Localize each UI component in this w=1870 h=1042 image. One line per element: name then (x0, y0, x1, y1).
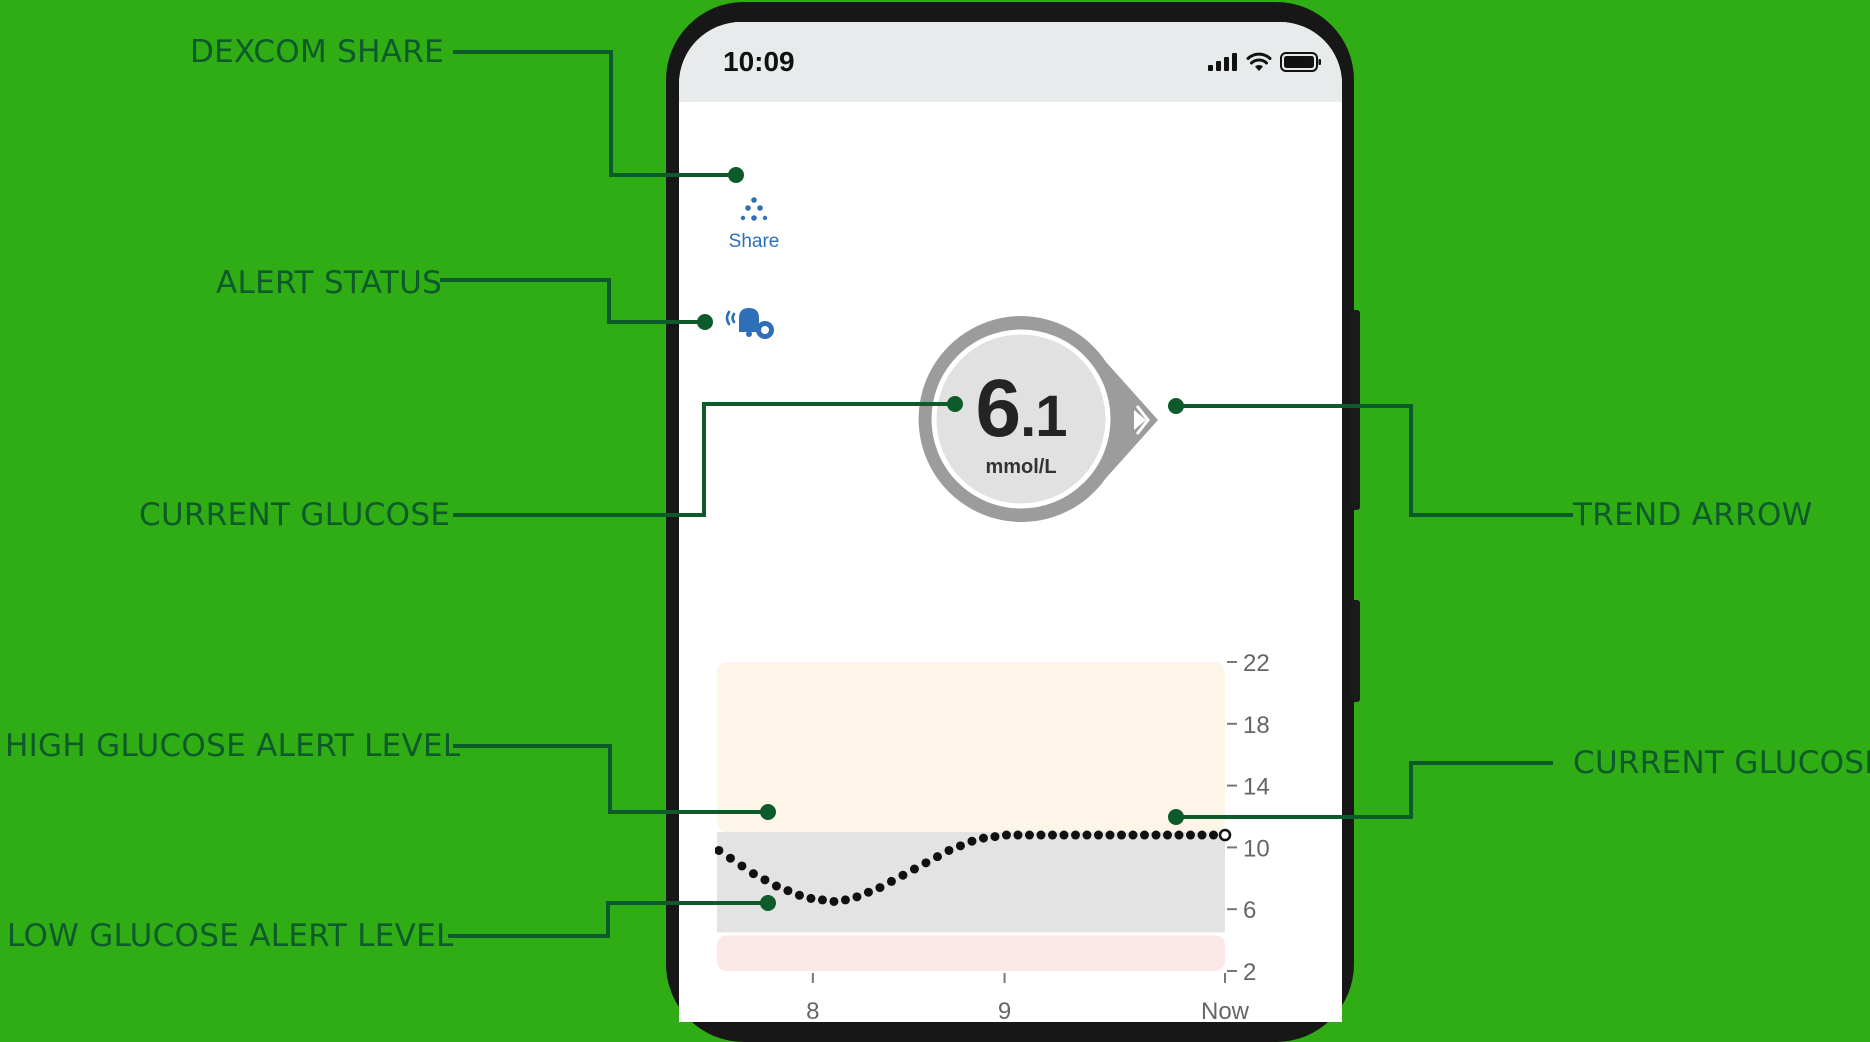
y-tick-label: 14 (1243, 774, 1270, 801)
y-tick-label: 22 (1243, 650, 1270, 677)
glucose-reading-point (1197, 830, 1207, 840)
glucose-reading-point (863, 887, 873, 897)
glucose-reading-point (978, 833, 988, 843)
phone-screen: 10:09 Share 6.1 mmol/L 22 18 14 10 6 2 8… (679, 22, 1342, 1022)
high-zone-band (717, 662, 1225, 832)
status-bar: 10:09 (679, 22, 1342, 102)
glucose-reading-point (737, 861, 747, 871)
current-reading-point (1218, 828, 1232, 842)
glucose-decimal: .1 (1020, 384, 1067, 449)
glucose-reading-point (840, 895, 850, 905)
battery-icon (1280, 52, 1321, 72)
x-tick-label: 8 (806, 998, 819, 1022)
glucose-reading-point (817, 895, 827, 905)
callout-current-glucose-graph: CURRENT GLUCOSE (1573, 745, 1870, 781)
glucose-reading-point (1174, 830, 1184, 840)
glucose-reading-point (1105, 830, 1115, 840)
glucose-reading-point (783, 886, 793, 896)
callout-low-glucose-alert-level: LOW GLUCOSE ALERT LEVEL (7, 918, 454, 954)
glucose-reading-point (829, 896, 839, 906)
glucose-reading-point (990, 832, 1000, 842)
share-button[interactable]: Share (714, 194, 794, 253)
low-zone-band (717, 935, 1225, 971)
glucose-reading-point (725, 853, 735, 863)
vibrate-alert-icon (725, 308, 774, 339)
callout-current-glucose: CURRENT GLUCOSE (139, 497, 451, 533)
x-tick-label: Now (1201, 998, 1250, 1022)
phone-side-button-lower (1351, 600, 1360, 702)
glucose-reading-point (1013, 830, 1023, 840)
glucose-reading-point (1036, 830, 1046, 840)
y-tick-label: 2 (1243, 959, 1256, 986)
glucose-reading-point (944, 845, 954, 855)
glucose-trend-chart: 22 18 14 10 6 2 8 9 Now (715, 650, 1270, 1022)
glucose-reading-point (1185, 830, 1195, 840)
glucose-reading-point (1001, 830, 1011, 840)
glucose-reading-point (1151, 830, 1161, 840)
glucose-reading-point (852, 892, 862, 902)
glucose-badge[interactable]: 6.1 mmol/L (916, 302, 1166, 538)
callout-trend-arrow: TREND ARROW (1573, 497, 1813, 533)
signal-icon (1208, 53, 1237, 71)
callout-dexcom-share: DEXCOM SHARE (190, 34, 445, 70)
glucose-reading-point (794, 890, 804, 900)
alert-status-button[interactable] (723, 302, 777, 347)
glucose-reading-point (748, 869, 758, 879)
glucose-reading-point (1059, 830, 1069, 840)
glucose-reading-point (886, 876, 896, 886)
glucose-unit: mmol/L (985, 456, 1057, 478)
glucose-reading-point (1128, 830, 1138, 840)
glucose-reading-point (909, 864, 919, 874)
glucose-reading-point (1093, 830, 1103, 840)
glucose-reading-point (875, 883, 885, 893)
status-time: 10:09 (723, 46, 795, 77)
y-tick-label: 10 (1243, 835, 1270, 862)
glucose-reading-point (1162, 830, 1172, 840)
glucose-reading-point (967, 836, 977, 846)
glucose-reading-point (1047, 830, 1057, 840)
glucose-reading-point (806, 893, 816, 903)
share-label: Share (728, 231, 780, 252)
glucose-whole: 6 (975, 363, 1022, 454)
glucose-reading-point (921, 858, 931, 868)
target-range-band (717, 831, 1225, 933)
glucose-reading-point (1082, 830, 1092, 840)
glucose-reading-point (932, 852, 942, 862)
x-tick-label: 9 (998, 998, 1011, 1022)
current-glucose-value: 6.1 (916, 362, 1126, 456)
glucose-reading-point (1116, 830, 1126, 840)
y-tick-label: 18 (1243, 712, 1270, 739)
glucose-reading-point (1024, 830, 1034, 840)
glucose-reading-point (760, 875, 770, 885)
glucose-reading-point (771, 881, 781, 891)
glucose-reading-point (898, 870, 908, 880)
phone-side-button (1351, 310, 1360, 510)
glucose-reading-point (1070, 830, 1080, 840)
status-icons (1208, 52, 1322, 72)
callout-high-glucose-alert-level: HIGH GLUCOSE ALERT LEVEL (5, 728, 461, 764)
callout-alert-status: ALERT STATUS (216, 265, 443, 301)
glucose-reading-point (955, 841, 965, 851)
share-icon (740, 197, 768, 221)
glucose-reading-point (1139, 830, 1149, 840)
glucose-reading-point (1208, 830, 1218, 840)
wifi-icon (1246, 52, 1272, 71)
y-tick-label: 6 (1243, 897, 1256, 924)
